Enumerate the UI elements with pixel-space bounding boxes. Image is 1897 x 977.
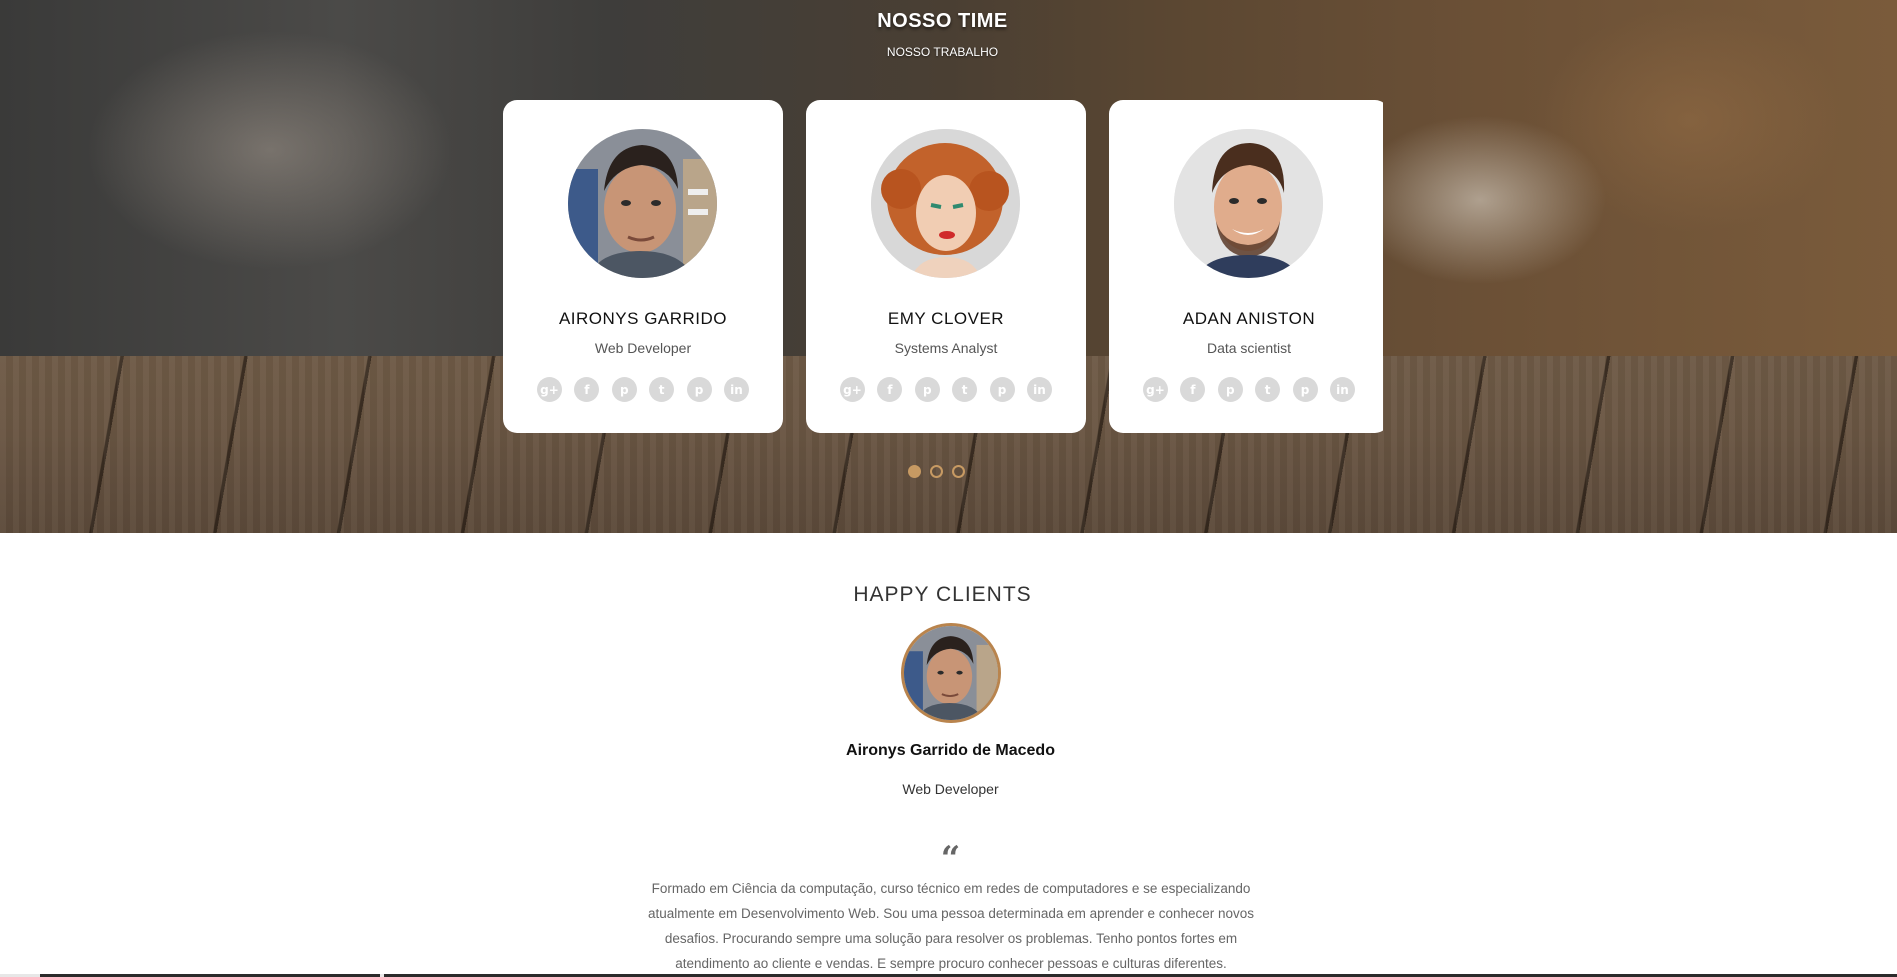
testimonial-line: desafios. Procurando sempre uma solução …: [664, 931, 1238, 946]
pinterest-icon[interactable]: p: [1217, 377, 1243, 402]
twitter-icon[interactable]: t: [952, 377, 978, 402]
team-member-role: Systems Analyst: [894, 340, 998, 356]
google-plus-icon[interactable]: g+: [840, 377, 865, 402]
linkedin-icon[interactable]: in: [1026, 377, 1052, 402]
social-links: g+ f p t p in: [537, 377, 749, 403]
carousel-pagination: [908, 465, 988, 483]
carousel-dot-1[interactable]: [908, 465, 921, 478]
team-card: AIRONYS GARRIDO Web Developer g+ f p t p…: [503, 100, 783, 433]
twitter-icon[interactable]: t: [1255, 377, 1281, 402]
clients-title: HAPPY CLIENTS: [853, 583, 1032, 606]
team-carousel[interactable]: AIRONYS GARRIDO Web Developer g+ f p t p…: [503, 100, 1383, 433]
facebook-icon[interactable]: f: [877, 377, 903, 402]
facebook-icon[interactable]: f: [574, 377, 600, 402]
team-member-role: Data scientist: [1206, 340, 1292, 356]
pinterest-icon[interactable]: p: [686, 377, 712, 402]
pinterest-icon[interactable]: p: [989, 377, 1015, 402]
testimonial-line: atualmente em Desenvolvimento Web. Sou u…: [647, 906, 1255, 921]
client-role: Web Developer: [902, 781, 999, 797]
team-member-name: EMY CLOVER: [887, 309, 1005, 328]
team-section: NOSSO TIME NOSSO TRABALHO AIRONYS GARRID…: [0, 0, 1897, 533]
pinterest-icon[interactable]: p: [1292, 377, 1318, 402]
testimonial-line: atendimento ao cliente e vendas. E sempr…: [675, 956, 1227, 971]
carousel-dot-2[interactable]: [930, 465, 943, 478]
team-member-name: AIRONYS GARRIDO: [558, 309, 728, 328]
client-name: Aironys Garrido de Macedo: [846, 742, 1055, 759]
google-plus-icon[interactable]: g+: [1143, 377, 1168, 402]
social-links: g+ f p t p in: [1143, 377, 1355, 403]
testimonial-text: Formado em Ciência da computação, curso …: [616, 876, 1286, 976]
team-card: EMY CLOVER Systems Analyst g+ f p t p in: [806, 100, 1086, 433]
twitter-icon[interactable]: t: [649, 377, 675, 402]
pinterest-icon[interactable]: p: [611, 377, 637, 402]
quote-icon: “: [940, 839, 961, 879]
facebook-icon[interactable]: f: [1180, 377, 1206, 402]
client-avatar: [901, 623, 1001, 723]
team-member-photo: [1174, 129, 1323, 278]
testimonial-line: Formado em Ciência da computação, curso …: [651, 881, 1251, 896]
team-member-role: Web Developer: [594, 340, 692, 356]
team-card: ADAN ANISTON Data scientist g+ f p t p i…: [1109, 100, 1383, 433]
linkedin-icon[interactable]: in: [723, 377, 749, 402]
carousel-dot-3[interactable]: [952, 465, 965, 478]
team-member-name: ADAN ANISTON: [1182, 309, 1316, 328]
team-member-photo: [568, 129, 717, 278]
linkedin-icon[interactable]: in: [1329, 377, 1355, 402]
social-links: g+ f p t p in: [840, 377, 1052, 403]
team-member-photo: [871, 129, 1020, 278]
google-plus-icon[interactable]: g+: [537, 377, 562, 402]
pinterest-icon[interactable]: p: [914, 377, 940, 402]
team-title: NOSSO TIME: [877, 10, 1008, 32]
team-subtitle: NOSSO TRABALHO: [886, 45, 999, 59]
